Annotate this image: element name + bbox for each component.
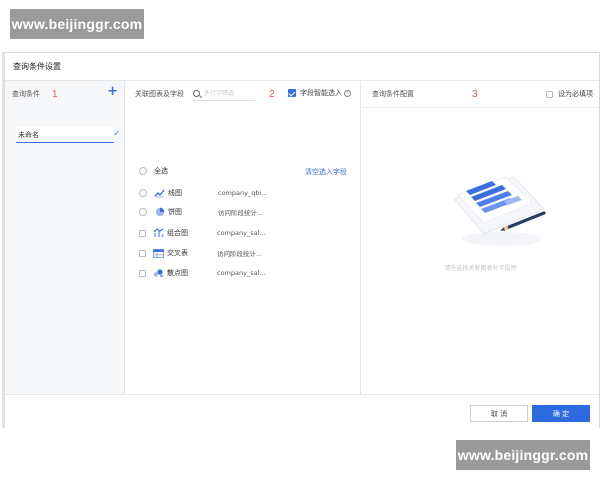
dialog-footer: 取 消 确 定 xyxy=(5,394,599,428)
select-all-label: 全选 xyxy=(154,167,168,175)
chart-row-checkbox[interactable] xyxy=(139,229,146,237)
chart-row-scatter[interactable]: 散点图 company_sal... xyxy=(139,267,266,279)
chart-source: 访问阶段统计... xyxy=(218,209,264,217)
info-icon[interactable]: i xyxy=(344,89,351,97)
search-icon xyxy=(193,90,200,97)
smart-select-checkbox[interactable] xyxy=(288,89,296,97)
chart-row-combo[interactable]: 组合图 company_sal... xyxy=(139,227,266,239)
step-number-2: 2 xyxy=(269,88,275,100)
chart-name: 散点图 xyxy=(167,269,188,277)
empty-state-illustration xyxy=(444,159,554,251)
chart-source: company_sal... xyxy=(217,269,266,277)
chart-source: 访问阶段统计... xyxy=(217,250,263,258)
condition-list-title: 查询条件 xyxy=(12,90,40,98)
condition-config-title: 查询条件配置 xyxy=(372,90,414,98)
chart-row-checkbox[interactable] xyxy=(139,269,146,277)
step-number-1: 1 xyxy=(52,88,58,100)
line-chart-icon xyxy=(154,188,165,198)
linked-charts-panel: 关联图表及字段 2 字段智能选入 i 全选 清空选入字段 线图 company_… xyxy=(126,81,361,394)
field-search-input[interactable] xyxy=(204,90,252,97)
required-label: 设为必填项 xyxy=(558,90,593,98)
condition-config-header: 查询条件配置 3 设为必填项 xyxy=(372,87,593,101)
scatter-chart-icon xyxy=(153,268,164,278)
step-number-3: 3 xyxy=(472,88,478,100)
condition-list-header: 查询条件 1 + xyxy=(12,85,120,101)
required-toggle[interactable]: 设为必填项 xyxy=(546,89,593,99)
select-all-row[interactable]: 全选 xyxy=(139,165,168,177)
combo-chart-icon xyxy=(153,228,164,238)
dialog-title: 查询条件设置 xyxy=(5,53,599,81)
chart-row-checkbox[interactable] xyxy=(139,249,146,257)
chart-name: 交叉表 xyxy=(167,249,188,257)
check-icon: ✓ xyxy=(113,129,120,138)
select-all-radio[interactable] xyxy=(139,167,147,175)
smart-select-label: 字段智能选入 xyxy=(300,89,342,97)
confirm-button[interactable]: 确 定 xyxy=(532,405,590,422)
field-search xyxy=(193,88,255,101)
chart-source: company_sal... xyxy=(217,229,266,237)
smart-select-toggle[interactable]: 字段智能选入 i xyxy=(288,88,351,98)
chart-name: 饼图 xyxy=(168,208,182,216)
required-checkbox[interactable] xyxy=(546,90,553,98)
linked-charts-header: 关联图表及字段 2 字段智能选入 i xyxy=(135,87,357,101)
chart-row-radio[interactable] xyxy=(139,208,147,216)
cancel-button[interactable]: 取 消 xyxy=(470,405,528,422)
pie-chart-icon xyxy=(154,207,165,217)
clear-fields-link[interactable]: 清空选入字段 xyxy=(305,167,347,177)
condition-item-unnamed[interactable]: 未命名 ✓ xyxy=(16,127,120,143)
chart-name: 组合图 xyxy=(167,229,188,237)
watermark-bottom: www.beijinggr.com xyxy=(456,440,590,470)
empty-state-hint: 请先选择关联图表分字段吧 xyxy=(444,265,517,272)
condition-config-panel: 查询条件配置 3 设为必填项 请先选择关联图表分字段吧 xyxy=(362,81,599,394)
panel-divider xyxy=(362,107,599,108)
plus-icon[interactable]: + xyxy=(107,85,118,99)
query-condition-dialog: 查询条件设置 查询条件 1 + 未命名 ✓ 关联图表及字段 2 字段智能选入 i xyxy=(2,52,600,428)
chart-source: company_qbi... xyxy=(218,189,268,197)
linked-charts-title: 关联图表及字段 xyxy=(135,90,184,98)
chart-row-line[interactable]: 线图 company_qbi... xyxy=(139,187,268,199)
chart-name: 线图 xyxy=(168,189,182,197)
condition-item-label: 未命名 xyxy=(18,130,39,139)
chart-row-radio[interactable] xyxy=(139,189,147,197)
chart-row-crosstab[interactable]: 交叉表 访问阶段统计... xyxy=(139,247,265,259)
chart-row-pie[interactable]: 饼图 访问阶段统计... xyxy=(139,206,266,218)
condition-list-panel: 查询条件 1 + 未命名 ✓ xyxy=(5,81,125,394)
crosstab-icon xyxy=(153,248,164,258)
watermark-top: www.beijinggr.com xyxy=(10,9,144,39)
